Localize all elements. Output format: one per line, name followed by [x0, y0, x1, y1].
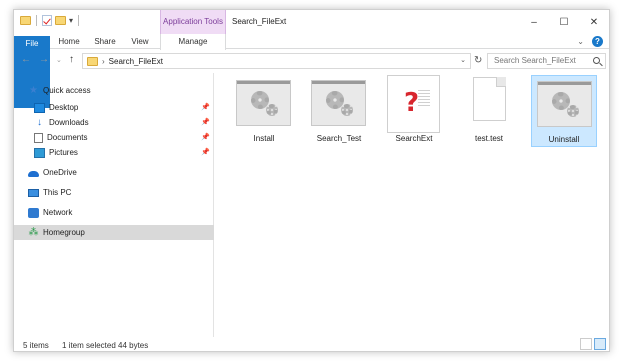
folder-icon [87, 56, 98, 66]
application-gear-icon [236, 80, 291, 126]
minimize-button[interactable]: – [519, 10, 549, 34]
nav-item-this-pc[interactable]: This PC [14, 185, 214, 200]
nav-item-downloads[interactable]: ↓ Downloads 📌 [14, 115, 214, 130]
navigation-row: ← → ⌄ ↑ › Search_FileExt ⌄ ↻ Search Sear… [14, 51, 609, 71]
file-name: test.test [474, 134, 503, 143]
up-arrow-icon[interactable]: ↑ [69, 54, 74, 65]
star-icon: ★ [29, 84, 38, 96]
cloud-icon [28, 171, 39, 177]
pin-icon[interactable]: 📌 [201, 148, 210, 156]
nav-item-label: Homegroup [43, 228, 85, 237]
nav-item-homegroup[interactable]: ⁂ Homegroup [14, 225, 214, 240]
details-view-icon[interactable] [580, 338, 592, 350]
breadcrumb-chevron-icon[interactable]: › [102, 57, 105, 66]
close-button[interactable]: ✕ [579, 10, 609, 34]
nav-item-label: OneDrive [43, 168, 77, 177]
nav-item-label: Documents [47, 133, 88, 142]
toolbar-divider [78, 15, 80, 26]
window-controls: – ☐ ✕ [519, 10, 609, 34]
status-bar: 5 items 1 item selected 44 bytes [14, 337, 609, 351]
properties-icon[interactable] [42, 15, 52, 26]
tab-home[interactable]: Home [56, 34, 82, 49]
nav-item-label: This PC [43, 188, 72, 197]
context-tab-header: Application Tools [160, 10, 226, 34]
ribbon-right: ⌄ ? [577, 36, 603, 47]
file-item-test-test[interactable]: test.test [456, 75, 522, 147]
pin-icon[interactable]: 📌 [201, 103, 210, 111]
file-item-uninstall[interactable]: Uninstall [531, 75, 597, 147]
help-icon[interactable]: ? [592, 36, 603, 47]
nav-item-label: Quick access [43, 86, 91, 95]
nav-item-pictures[interactable]: Pictures 📌 [14, 145, 214, 160]
tab-share[interactable]: Share [91, 34, 119, 49]
search-input[interactable]: Search Search_FileExt [487, 53, 606, 69]
nav-item-label: Pictures [49, 148, 78, 157]
homegroup-icon: ⁂ [28, 226, 39, 238]
quick-access-toolbar: ▾ [20, 15, 81, 26]
selection-size: 44 bytes [118, 341, 149, 350]
nav-item-network[interactable]: Network [14, 205, 214, 220]
refresh-icon[interactable]: ↻ [474, 55, 482, 66]
computer-icon [28, 188, 39, 197]
download-icon: ↓ [37, 116, 42, 128]
search-icon[interactable] [593, 57, 600, 64]
pin-icon[interactable]: 📌 [201, 118, 210, 126]
title-bar: ▾ Application Tools Search_FileExt – ☐ ✕ [14, 10, 609, 34]
page-fold [496, 77, 506, 87]
application-gear-icon [311, 80, 366, 126]
network-icon [28, 207, 39, 218]
file-name: Uninstall [548, 135, 580, 144]
explorer-window: ▾ Application Tools Search_FileExt – ☐ ✕… [13, 9, 610, 352]
nav-item-quick-access[interactable]: ★ Quick access [14, 83, 214, 98]
file-item-install[interactable]: Install [231, 75, 297, 147]
ribbon-tabs: File Home Share View Manage ⌄ ? [14, 34, 609, 108]
nav-item-label: Desktop [49, 103, 79, 112]
nav-item-desktop[interactable]: Desktop 📌 [14, 100, 214, 115]
toolbar-divider [36, 15, 37, 26]
file-item-searchext[interactable]: ? SearchExt [381, 75, 447, 147]
file-list: Install Search_Test ? SearchExt test.tes… [215, 73, 609, 337]
expand-ribbon-chevron-icon[interactable]: ⌄ [577, 37, 584, 46]
nav-item-onedrive[interactable]: OneDrive [14, 165, 214, 180]
item-count: 5 items [23, 341, 49, 350]
recent-locations-chevron-icon[interactable]: ⌄ [56, 56, 62, 64]
navigation-pane: ★ Quick access Desktop 📌 ↓ Downloads 📌 D… [14, 73, 214, 337]
document-icon [34, 132, 43, 143]
back-arrow-icon[interactable]: ← [21, 54, 31, 65]
selection-count: 1 item selected [62, 341, 116, 350]
nav-item-label: Network [43, 208, 73, 217]
large-icons-view-icon[interactable] [594, 338, 606, 350]
address-bar[interactable]: › Search_FileExt ⌄ [82, 53, 471, 69]
file-name: Search_Test [316, 134, 362, 143]
file-item-search-test[interactable]: Search_Test [306, 75, 372, 147]
address-dropdown-icon[interactable]: ⌄ [460, 56, 466, 64]
folder-icon[interactable] [20, 16, 31, 25]
forward-arrow-icon[interactable]: → [39, 54, 49, 65]
file-name: SearchExt [395, 134, 433, 143]
file-name: Install [253, 134, 275, 143]
view-switcher [580, 338, 606, 350]
nav-item-label: Downloads [49, 118, 89, 127]
maximize-button[interactable]: ☐ [549, 10, 579, 34]
tab-manage[interactable]: Manage [160, 34, 226, 50]
customize-toolbar-icon[interactable]: ▾ [69, 16, 73, 25]
help-document-icon: ? [387, 75, 440, 133]
breadcrumb-segment[interactable]: Search_FileExt [109, 57, 163, 66]
pictures-icon [34, 147, 45, 158]
nav-item-documents[interactable]: Documents 📌 [14, 130, 214, 145]
tab-view[interactable]: View [128, 34, 152, 49]
pin-icon[interactable]: 📌 [201, 133, 210, 141]
application-gear-icon [537, 81, 592, 127]
window-title: Search_FileExt [232, 17, 287, 26]
desktop-icon [34, 102, 45, 113]
search-placeholder: Search Search_FileExt [494, 56, 576, 65]
new-folder-icon[interactable] [55, 16, 66, 25]
